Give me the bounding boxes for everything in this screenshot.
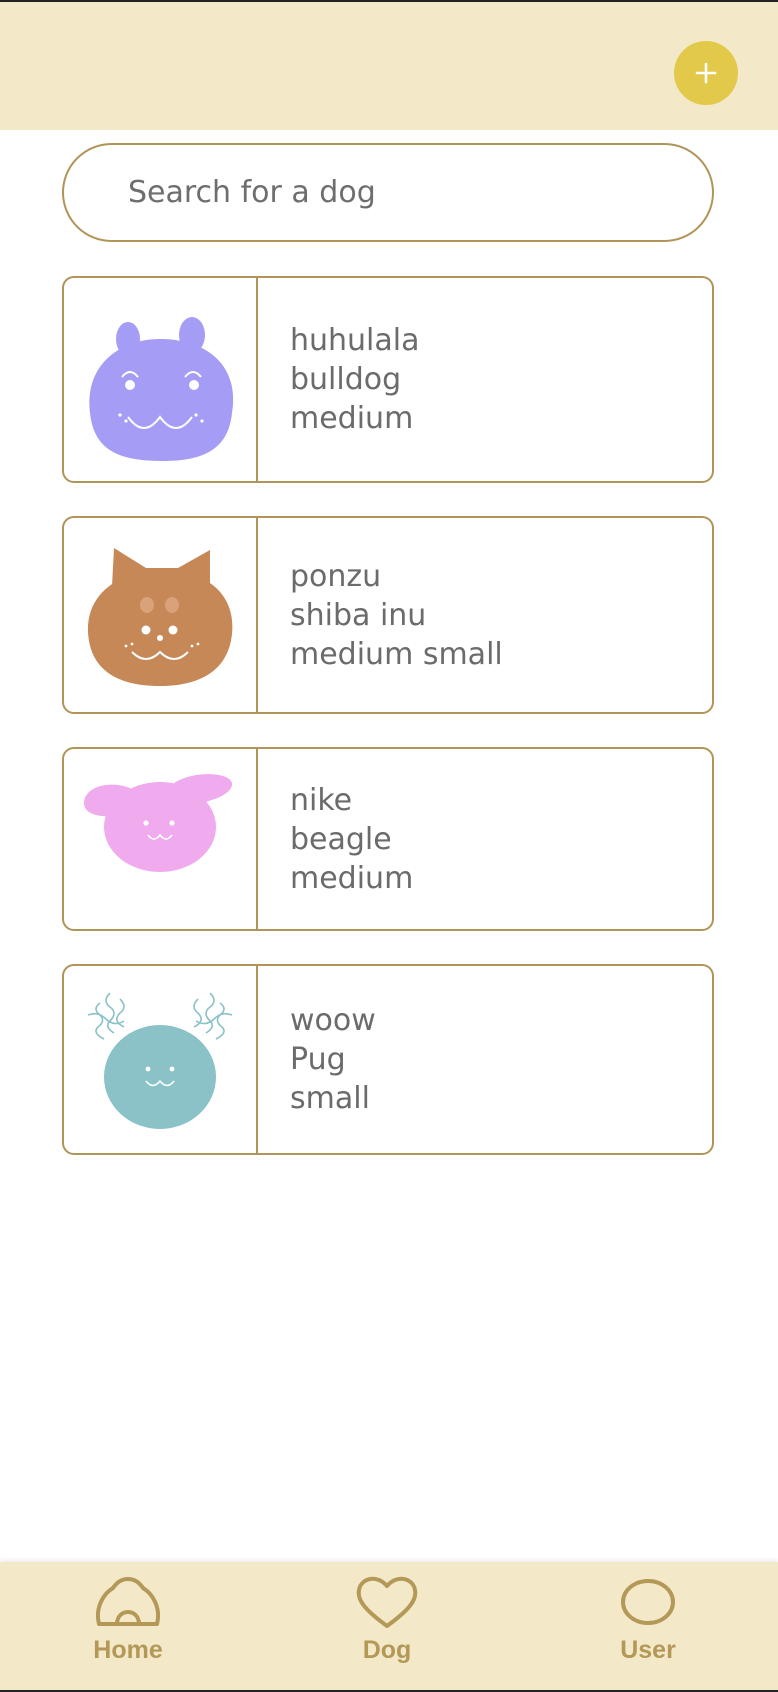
tab-home[interactable]: Home [68, 1574, 188, 1684]
add-dog-button[interactable] [674, 41, 738, 105]
dog-avatar [64, 966, 258, 1153]
dog-name: huhulala [290, 323, 420, 358]
search-bar[interactable] [62, 143, 714, 242]
dog-card[interactable]: huhulala bulldog medium [62, 276, 714, 483]
dog-size: medium [290, 401, 414, 436]
dog-breed: bulldog [290, 362, 402, 397]
beagle-face-icon [84, 774, 233, 872]
dog-card[interactable]: ponzu shiba inu medium small [62, 516, 714, 714]
tab-dog-label: Dog [362, 1636, 412, 1664]
tab-user-label: User [620, 1636, 676, 1664]
dog-breed: shiba inu [290, 597, 427, 633]
dog-name: ponzu [290, 558, 382, 594]
dog-avatar [64, 749, 258, 929]
dog-breed: beagle [290, 821, 392, 857]
dog-breed: Pug [290, 1042, 346, 1077]
pug-face-icon [87, 991, 233, 1129]
dog-info: huhulala bulldog medium [258, 278, 712, 481]
bulldog-face-icon [89, 316, 234, 461]
dog-size: small [290, 1081, 370, 1116]
user-icon [621, 1579, 675, 1625]
dog-card[interactable]: nike beagle medium [62, 747, 714, 931]
dog-size: medium [290, 860, 414, 896]
bottom-tab-bar: Home Dog User [0, 1562, 778, 1692]
dog-size: medium small [290, 636, 503, 672]
dog-info: nike beagle medium [258, 749, 712, 929]
dog-card[interactable]: woow Pug small [62, 964, 714, 1155]
dog-avatar [64, 518, 258, 712]
top-app-bar [0, 0, 778, 130]
dog-info: woow Pug small [258, 966, 712, 1153]
home-icon [96, 1577, 160, 1626]
dog-name: nike [290, 782, 353, 818]
heart-icon [356, 1576, 418, 1628]
shiba-face-icon [87, 548, 233, 686]
tab-dog[interactable]: Dog [327, 1574, 447, 1684]
dog-name: woow [290, 1003, 376, 1038]
dog-avatar [64, 278, 258, 481]
dog-info: ponzu shiba inu medium small [258, 518, 712, 712]
tab-home-label: Home [93, 1636, 163, 1664]
tab-user[interactable]: User [588, 1574, 708, 1684]
search-input[interactable] [128, 175, 668, 210]
plus-icon [695, 62, 717, 84]
